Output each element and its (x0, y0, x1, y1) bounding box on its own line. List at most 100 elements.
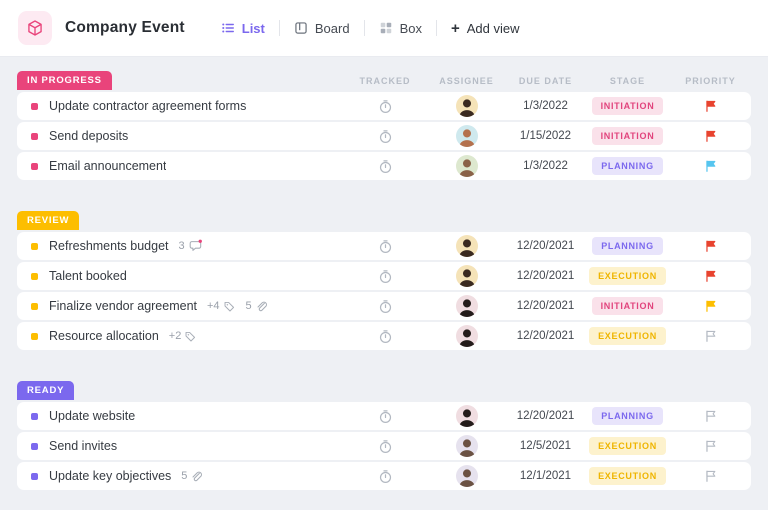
person-silhouette-icon (456, 405, 478, 427)
stage-badge[interactable]: INITIATION (592, 97, 664, 115)
assignee-avatar[interactable] (456, 95, 478, 117)
time-tracked-button[interactable] (343, 239, 427, 254)
assignee-avatar[interactable] (456, 155, 478, 177)
task-title[interactable]: Resource allocation (49, 329, 159, 343)
task-row[interactable]: Send deposits 1/15/2022 INITIATION (17, 122, 751, 150)
comments-count[interactable]: 3 (179, 239, 202, 253)
person-silhouette-icon (456, 235, 478, 257)
column-header-due-date[interactable]: DUE DATE (506, 76, 585, 86)
stage-badge[interactable]: EXECUTION (589, 437, 666, 455)
space-icon[interactable] (18, 11, 52, 45)
stage-badge[interactable]: PLANNING (592, 407, 663, 425)
assignee-avatar[interactable] (456, 235, 478, 257)
time-tracked-button[interactable] (343, 159, 427, 174)
tag-icon (223, 300, 236, 313)
priority-flag[interactable] (670, 409, 751, 423)
task-row[interactable]: Finalize vendor agreement +4 5 (17, 292, 751, 320)
assignee-avatar[interactable] (456, 405, 478, 427)
priority-flag[interactable] (670, 469, 751, 483)
due-date[interactable]: 12/20/2021 (517, 270, 575, 282)
attachments-count[interactable]: 5 (246, 300, 268, 313)
assignee-avatar[interactable] (456, 265, 478, 287)
tab-box[interactable]: Box (365, 0, 436, 56)
time-tracked-button[interactable] (343, 329, 427, 344)
task-title[interactable]: Update website (49, 409, 135, 423)
priority-flag[interactable] (670, 99, 751, 113)
task-title[interactable]: Update contractor agreement forms (49, 99, 246, 113)
assignee-avatar[interactable] (456, 435, 478, 457)
task-row[interactable]: Talent booked 12/20/2021 EXECUTION (17, 262, 751, 290)
task-meta: +4 5 (207, 300, 268, 313)
task-title[interactable]: Refreshments budget (49, 239, 169, 253)
timer-icon (378, 239, 393, 254)
tab-list-label: List (242, 21, 265, 36)
attachments-count[interactable]: 5 (181, 470, 203, 483)
stage-badge[interactable]: EXECUTION (589, 267, 666, 285)
task-title[interactable]: Email announcement (49, 159, 166, 173)
time-tracked-button[interactable] (343, 439, 427, 454)
column-header-stage[interactable]: STAGE (585, 76, 670, 86)
priority-flag[interactable] (670, 159, 751, 173)
group-status-badge[interactable]: REVIEW (17, 211, 79, 230)
due-date[interactable]: 12/5/2021 (520, 440, 571, 452)
tags-count[interactable]: +2 (169, 330, 198, 343)
due-date[interactable]: 12/20/2021 (517, 240, 575, 252)
priority-flag[interactable] (670, 239, 751, 253)
timer-icon (378, 99, 393, 114)
task-row[interactable]: Resource allocation +2 12/20/2021 (17, 322, 751, 350)
due-date[interactable]: 1/15/2022 (520, 130, 571, 142)
stage-badge[interactable]: PLANNING (592, 157, 663, 175)
column-header-tracked[interactable]: TRACKED (343, 76, 427, 86)
person-silhouette-icon (456, 95, 478, 117)
due-date[interactable]: 12/1/2021 (520, 470, 571, 482)
stage-badge[interactable]: EXECUTION (589, 327, 666, 345)
task-title[interactable]: Send invites (49, 439, 117, 453)
due-date[interactable]: 1/3/2022 (523, 100, 568, 112)
stage-badge[interactable]: INITIATION (592, 127, 664, 145)
task-row[interactable]: Update contractor agreement forms 1/3/20… (17, 92, 751, 120)
priority-flag[interactable] (670, 299, 751, 313)
time-tracked-button[interactable] (343, 129, 427, 144)
task-title[interactable]: Finalize vendor agreement (49, 299, 197, 313)
stage-badge[interactable]: INITIATION (592, 297, 664, 315)
tags-count[interactable]: +4 (207, 300, 236, 313)
person-silhouette-icon (456, 465, 478, 487)
task-title[interactable]: Talent booked (49, 269, 127, 283)
add-view-button[interactable]: + Add view (437, 21, 534, 36)
task-row[interactable]: Refreshments budget 3 12/20/2021 (17, 232, 751, 260)
time-tracked-button[interactable] (343, 299, 427, 314)
stage-badge[interactable]: EXECUTION (589, 467, 666, 485)
assignee-avatar[interactable] (456, 325, 478, 347)
task-title[interactable]: Update key objectives (49, 469, 171, 483)
column-header-priority[interactable]: PRIORITY (670, 76, 751, 86)
due-date[interactable]: 12/20/2021 (517, 330, 575, 342)
task-row[interactable]: Update key objectives 5 12/1/2021 EXE (17, 462, 751, 490)
task-title[interactable]: Send deposits (49, 129, 128, 143)
task-row[interactable]: Send invites 12/5/2021 EXECUTION (17, 432, 751, 460)
time-tracked-button[interactable] (343, 99, 427, 114)
time-tracked-button[interactable] (343, 269, 427, 284)
column-header-assignee[interactable]: ASSIGNEE (427, 76, 506, 86)
group-status-badge[interactable]: READY (17, 381, 74, 400)
stage-badge[interactable]: PLANNING (592, 237, 663, 255)
priority-flag[interactable] (670, 439, 751, 453)
due-date[interactable]: 12/20/2021 (517, 300, 575, 312)
time-tracked-button[interactable] (343, 469, 427, 484)
assignee-avatar[interactable] (456, 465, 478, 487)
assignee-avatar[interactable] (456, 295, 478, 317)
tab-board[interactable]: Board (280, 0, 364, 56)
task-row[interactable]: Email announcement 1/3/2022 PLANNING (17, 152, 751, 180)
timer-icon (378, 469, 393, 484)
time-tracked-button[interactable] (343, 409, 427, 424)
due-date[interactable]: 12/20/2021 (517, 410, 575, 422)
task-status-bullet (31, 443, 38, 450)
group-status-badge[interactable]: IN PROGRESS (17, 71, 112, 90)
priority-flag[interactable] (670, 129, 751, 143)
priority-flag[interactable] (670, 329, 751, 343)
due-date[interactable]: 1/3/2022 (523, 160, 568, 172)
assignee-avatar[interactable] (456, 125, 478, 147)
priority-flag[interactable] (670, 269, 751, 283)
tab-list[interactable]: List (207, 0, 279, 56)
task-status-bullet (31, 103, 38, 110)
task-row[interactable]: Update website 12/20/2021 PLANNING (17, 402, 751, 430)
